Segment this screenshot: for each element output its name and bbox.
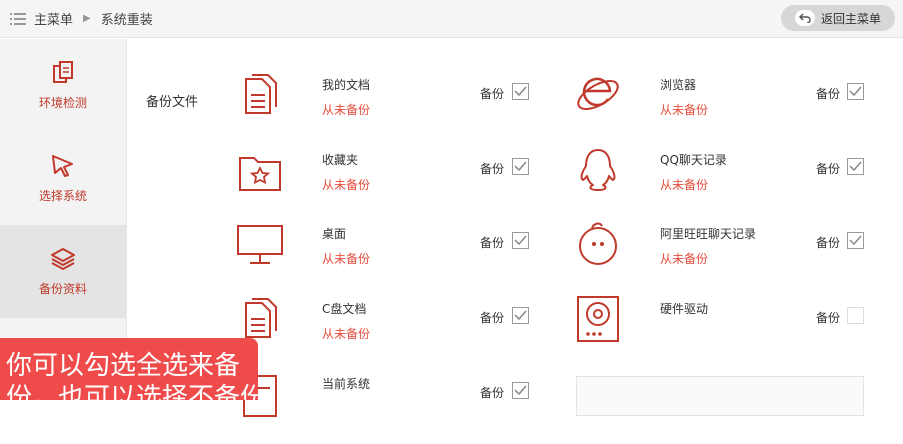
check-icon <box>514 161 527 172</box>
section-label: 备份文件 <box>146 95 199 110</box>
backup-label: 备份 <box>480 386 505 400</box>
check-icon <box>849 86 862 97</box>
document-icon <box>245 74 277 114</box>
item-name: 浏览器 <box>660 78 697 92</box>
menu-list-icon <box>10 12 26 25</box>
backup-checkbox[interactable] <box>512 382 529 399</box>
check-icon <box>849 235 862 246</box>
cursor-icon <box>52 155 73 177</box>
back-button-label: 返回主菜单 <box>820 11 881 26</box>
list-item-qq-chat: QQ聊天记录 从未备份 备份 <box>574 146 874 220</box>
list-item-c-drive-docs: C盘文档 从未备份 备份 <box>236 295 536 369</box>
backup-checkbox[interactable] <box>512 83 529 100</box>
backup-label: 备份 <box>480 236 505 250</box>
backup-checkbox[interactable] <box>847 232 864 249</box>
backup-checkbox[interactable] <box>847 158 864 175</box>
item-name: 收藏夹 <box>322 153 359 167</box>
copy-icon <box>53 61 73 83</box>
wangwang-icon <box>579 222 617 265</box>
breadcrumb: 主菜单 ▶ 系统重装 <box>10 9 153 28</box>
check-icon <box>514 385 527 396</box>
sidebar-item-label: 选择系统 <box>38 189 87 203</box>
item-status: 从未备份 <box>660 103 709 117</box>
item-name: QQ聊天记录 <box>660 153 727 167</box>
backup-checkbox[interactable] <box>512 232 529 249</box>
document-icon <box>245 298 277 338</box>
item-name: 阿里旺旺聊天记录 <box>660 227 757 241</box>
driver-icon <box>577 296 619 342</box>
breadcrumb-current: 系统重装 <box>100 13 153 28</box>
list-item-my-documents: 我的文档 从未备份 备份 <box>236 71 536 145</box>
footer-panel <box>576 376 864 416</box>
backup-label: 备份 <box>816 162 841 176</box>
list-item-current-system: 当前系统 备份 <box>236 370 536 444</box>
item-status: 从未备份 <box>660 252 709 266</box>
item-name: 当前系统 <box>322 377 371 391</box>
sidebar-item-backup-data[interactable]: 备份资料 <box>0 225 126 318</box>
folder-star-icon <box>239 157 281 191</box>
tip-line-1: 你可以勾选全选来备 <box>6 351 241 381</box>
backup-label: 备份 <box>480 311 505 325</box>
item-status: 从未备份 <box>322 252 371 266</box>
sidebar-item-select-system[interactable]: 选择系统 <box>0 132 126 225</box>
backup-label: 备份 <box>816 87 841 101</box>
item-status: 从未备份 <box>660 178 709 192</box>
item-status: 从未备份 <box>322 103 371 117</box>
item-name: 桌面 <box>322 227 347 241</box>
sidebar-item-label: 备份资料 <box>38 282 87 296</box>
list-item-browser: 浏览器 从未备份 备份 <box>574 71 874 145</box>
item-name: C盘文档 <box>322 302 367 316</box>
back-to-main-menu-button[interactable]: 返回主菜单 <box>781 5 895 31</box>
backup-checkbox[interactable] <box>512 158 529 175</box>
check-icon <box>514 310 527 321</box>
item-status: 从未备份 <box>322 327 371 341</box>
list-item-favorites: 收藏夹 从未备份 备份 <box>236 146 536 220</box>
layers-icon <box>51 248 75 271</box>
check-icon <box>514 235 527 246</box>
item-name: 我的文档 <box>322 78 371 92</box>
breadcrumb-root[interactable]: 主菜单 <box>34 9 73 28</box>
list-item-hardware-driver: 硬件驱动 备份 <box>574 295 874 369</box>
tip-line-2: 份，也可以选择不备份 <box>6 383 258 400</box>
check-icon <box>514 86 527 97</box>
item-status: 从未备份 <box>322 178 371 192</box>
monitor-icon <box>237 225 283 264</box>
list-item-aliwangwang-chat: 阿里旺旺聊天记录 从未备份 备份 <box>574 220 874 294</box>
backup-label: 备份 <box>816 311 841 325</box>
item-name: 硬件驱动 <box>660 302 709 316</box>
backup-checkbox[interactable] <box>847 307 864 324</box>
list-item-desktop: 桌面 从未备份 备份 <box>236 220 536 294</box>
backup-label: 备份 <box>816 236 841 250</box>
top-bar: 主菜单 ▶ 系统重装 返回主菜单 <box>0 0 903 38</box>
tip-overlay: 你可以勾选全选来备 份，也可以选择不备份 <box>0 338 258 400</box>
backup-checkbox[interactable] <box>512 307 529 324</box>
breadcrumb-arrow-icon: ▶ <box>83 13 91 24</box>
ie-icon <box>577 77 619 110</box>
backup-label: 备份 <box>480 162 505 176</box>
backup-label: 备份 <box>480 87 505 101</box>
check-icon <box>849 161 862 172</box>
sidebar-item-env-check[interactable]: 环境检测 <box>0 39 126 132</box>
backup-checkbox[interactable] <box>847 83 864 100</box>
back-arrow-icon <box>794 10 815 26</box>
qq-icon <box>580 149 616 191</box>
sidebar-item-label: 环境检测 <box>38 96 87 110</box>
